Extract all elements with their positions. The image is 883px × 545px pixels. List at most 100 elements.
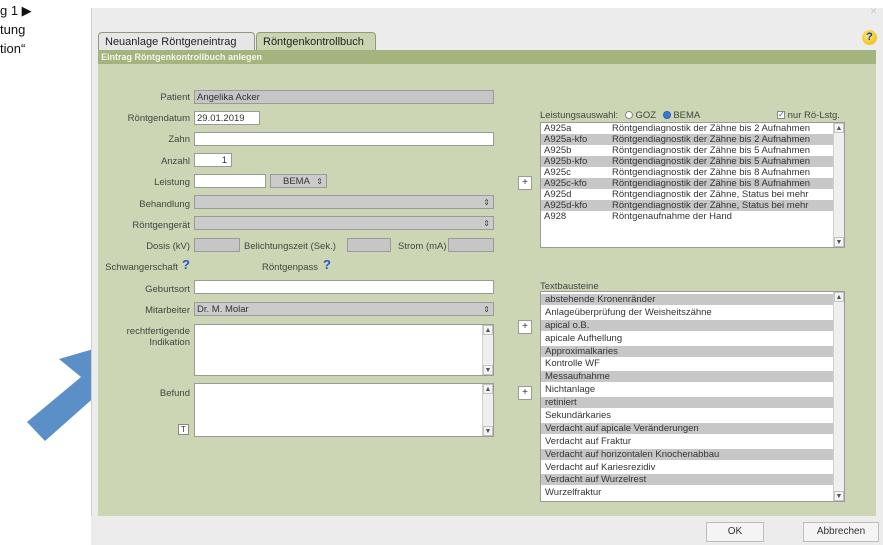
mitarbeiter-label: Mitarbeiter [145,305,190,316]
textbaustein-item[interactable]: Wurzelfraktur [541,487,833,498]
select-arrow-icon: ⇕ [483,305,490,314]
help-icon[interactable]: ? [862,30,877,45]
leistung-code: A925a [544,123,572,134]
roentgenpass-help-icon[interactable]: ? [323,257,331,272]
mitarbeiter-select[interactable]: Dr. M. Molar ⇕ [194,302,494,316]
zahn-input[interactable] [194,132,494,146]
scroll-up-icon[interactable]: ▲ [834,123,844,133]
leistung-row[interactable]: A925a Röntgendiagnostik der Zähne bis 2 A… [541,123,833,134]
leistung-code: A925c-kfo [544,178,587,189]
textbaustein-item[interactable]: apicale Aufhellung [541,333,833,344]
strom-input[interactable] [448,238,494,252]
nur-roe-checkbox[interactable]: ✓ [777,111,785,120]
leistung-row[interactable]: A925b Röntgendiagnostik der Zähne bis 5 A… [541,145,833,156]
goz-radio[interactable] [624,111,633,120]
indikation-scrollbar[interactable]: ▲ ▼ [482,325,493,375]
befund-textarea[interactable]: ▲ ▼ [194,383,494,437]
tab-roentgenkontrollbuch[interactable]: Röntgenkontrollbuch [256,32,376,50]
leistung-list-scrollbar[interactable]: ▲ ▼ [833,123,844,247]
leistung-description: Röntgendiagnostik der Zähne, Status bei … [612,200,809,211]
leistung-description: Röntgendiagnostik der Zähne, Status bei … [612,189,809,200]
textbausteine-list[interactable]: abstehende Kronenränder Anlageüberprüfung… [540,291,845,502]
textbaustein-item[interactable]: Sekundärkaries [541,410,833,421]
roentgengeraet-label: Röntgengerät [132,220,190,231]
side-text-line1: g 1 ▶ [0,3,32,18]
roentgendatum-input[interactable]: 29.01.2019 [194,111,260,125]
rontgen-filter: ✓ nur Rö-Lstg. [777,110,840,121]
textbaustein-item[interactable]: Verdacht auf Kariesrezidiv [541,462,833,473]
textbaustein-item[interactable]: Messaufnahme [541,371,833,383]
leistung-input[interactable] [194,174,266,188]
textbaustein-item[interactable]: Verdacht auf horizontalen Knochenabbau [541,448,833,460]
bema-label: BEMA [673,110,701,121]
belichtungszeit-input[interactable] [347,238,391,252]
textbaustein-item[interactable]: apical o.B. [541,319,833,331]
behandlung-select[interactable]: ⇕ [194,195,494,209]
indikation-label-line2: Indikation [149,337,190,348]
befund-label: Befund [159,388,190,399]
text-template-button[interactable]: T [178,424,189,435]
leistung-code: A925d-kfo [544,200,588,211]
textbaustein-item[interactable]: Nichtanlage [541,384,833,395]
leistung-row[interactable]: A925c Röntgendiagnostik der Zähne bis 8 A… [541,167,833,178]
schwangerschaft-help-icon[interactable]: ? [182,257,190,272]
leistung-description: Röntgendiagnostik der Zähne bis 8 Aufnah… [612,178,811,189]
roentgenpass-label: Röntgenpass [262,262,318,273]
leistung-row[interactable]: A925c-kfo Röntgendiagnostik der Zähne bis… [541,178,833,189]
leistung-description: Röntgendiagnostik der Zähne bis 5 Aufnah… [612,156,811,167]
goz-label: GOZ [635,110,657,121]
bema-radio[interactable] [662,111,671,120]
strom-label: Strom (mA) [398,241,447,252]
leistung-row[interactable]: A925a-kfo Röntgendiagnostik der Zähne bis… [541,134,833,145]
dosis-input[interactable] [194,238,240,252]
dosis-label: Dosis (kV) [146,241,190,252]
textbaustein-item[interactable]: Anlageüberprüfung der Weisheitszähne [541,307,833,318]
leistung-description: Röntgendiagnostik der Zähne bis 2 Aufnah… [612,123,811,134]
tab-neuanlage[interactable]: Neuanlage Röntgeneintrag [98,32,255,50]
scroll-down-icon[interactable]: ▼ [834,491,844,501]
geburtsort-label: Geburtsort [145,284,190,295]
scroll-up-icon[interactable]: ▲ [483,384,493,394]
scroll-down-icon[interactable]: ▼ [483,365,493,375]
add-indikation-button[interactable]: + [518,320,532,334]
scroll-down-icon[interactable]: ▼ [834,237,844,247]
add-leistung-button[interactable]: + [518,176,532,190]
belichtungszeit-label: Belichtungszeit (Sek.) [244,241,336,252]
leistung-code: A925d [544,189,572,200]
leistung-catalog-select[interactable]: BEMA ⇕ [270,174,327,188]
leistung-row[interactable]: A928 Röntgenaufnahme der Hand [541,211,833,222]
befund-scrollbar[interactable]: ▲ ▼ [482,384,493,436]
textbaustein-item[interactable]: abstehende Kronenränder [541,294,833,305]
cancel-button[interactable]: Abbrechen [803,522,879,542]
leistung-label: Leistung [154,177,190,188]
leistung-row[interactable]: A925d-kfo Röntgendiagnostik der Zähne, St… [541,200,833,211]
leistung-description: Röntgenaufnahme der Hand [612,211,732,222]
roentgengeraet-select[interactable]: ⇕ [194,216,494,230]
leistung-code: A928 [544,211,567,222]
scroll-up-icon[interactable]: ▲ [483,325,493,335]
textbaustein-item[interactable]: retiniert [541,397,833,409]
patient-label: Patient [160,92,190,103]
add-befund-button[interactable]: + [518,386,532,400]
button-bar [91,516,883,545]
leistung-row[interactable]: A925d Röntgendiagnostik der Zähne, Status… [541,189,833,200]
leistung-row[interactable]: A925b-kfo Röntgendiagnostik der Zähne bis… [541,156,833,167]
ok-button[interactable]: OK [706,522,764,542]
close-icon[interactable]: × [870,4,877,18]
indikation-textarea[interactable]: ▲ ▼ [194,324,494,376]
leistungsauswahl-list[interactable]: A925a Röntgendiagnostik der Zähne bis 2 A… [540,122,845,248]
side-text-line3: tion“ [0,41,26,56]
scroll-down-icon[interactable]: ▼ [483,426,493,436]
textbaustein-item[interactable]: Approximalkaries [541,345,833,357]
geburtsort-input[interactable] [194,280,494,294]
textbaustein-item[interactable]: Verdacht auf apicale Veränderungen [541,422,833,434]
anzahl-input[interactable]: 1 [194,153,232,167]
leistung-description: Röntgendiagnostik der Zähne bis 2 Aufnah… [612,134,811,145]
select-arrow-icon: ⇕ [483,219,490,228]
nur-roe-label: nur Rö-Lstg. [787,110,840,121]
textbausteine-scrollbar[interactable]: ▲ ▼ [833,292,844,501]
textbaustein-item[interactable]: Kontrolle WF [541,358,833,369]
textbaustein-item[interactable]: Verdacht auf Fraktur [541,436,833,447]
scroll-up-icon[interactable]: ▲ [834,292,844,302]
textbaustein-item[interactable]: Verdacht auf Wurzelrest [541,474,833,486]
